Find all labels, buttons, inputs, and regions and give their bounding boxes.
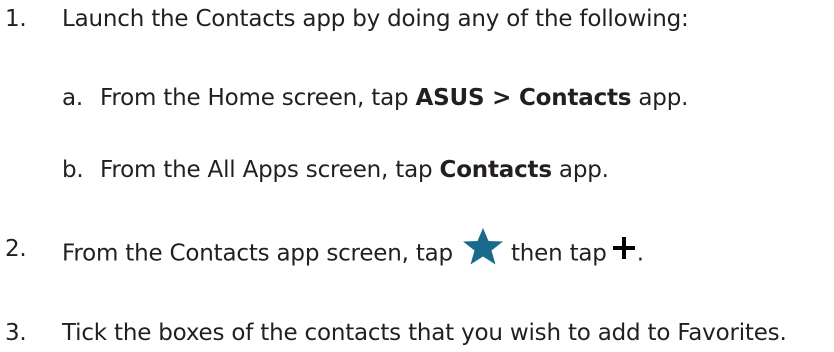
step-text: Tick the boxes of the contacts that you … [62, 320, 787, 346]
step-number: 2. [5, 236, 27, 262]
substep-letter: b. [62, 157, 84, 183]
bold-term: Contacts [439, 157, 552, 183]
text-segment: app. [551, 157, 609, 183]
bold-term: Contacts [519, 85, 632, 111]
text-segment: then tap [510, 240, 607, 267]
substep-text: From the All Apps screen, tap Contacts a… [100, 155, 609, 185]
step-text: From the Contacts app screen, tap then ta… [62, 228, 644, 274]
text-segment: From the All Apps screen, tap [100, 157, 440, 183]
text-segment: From the Contacts app screen, tap [62, 240, 453, 267]
step-number: 3. [5, 320, 27, 346]
star-icon [459, 226, 507, 274]
text-segment: app. [631, 85, 689, 111]
substep-letter: a. [62, 85, 84, 111]
step-number: 1. [5, 6, 27, 32]
bold-term: ASUS [415, 85, 485, 111]
plus-icon [611, 235, 637, 269]
text-segment: From the Home screen, tap [100, 85, 416, 111]
text-segment: . [636, 240, 644, 267]
bold-separator: > [484, 85, 519, 111]
step-text: Launch the Contacts app by doing any of … [62, 6, 689, 32]
substep-text: From the Home screen, tap ASUS > Contact… [100, 83, 688, 113]
